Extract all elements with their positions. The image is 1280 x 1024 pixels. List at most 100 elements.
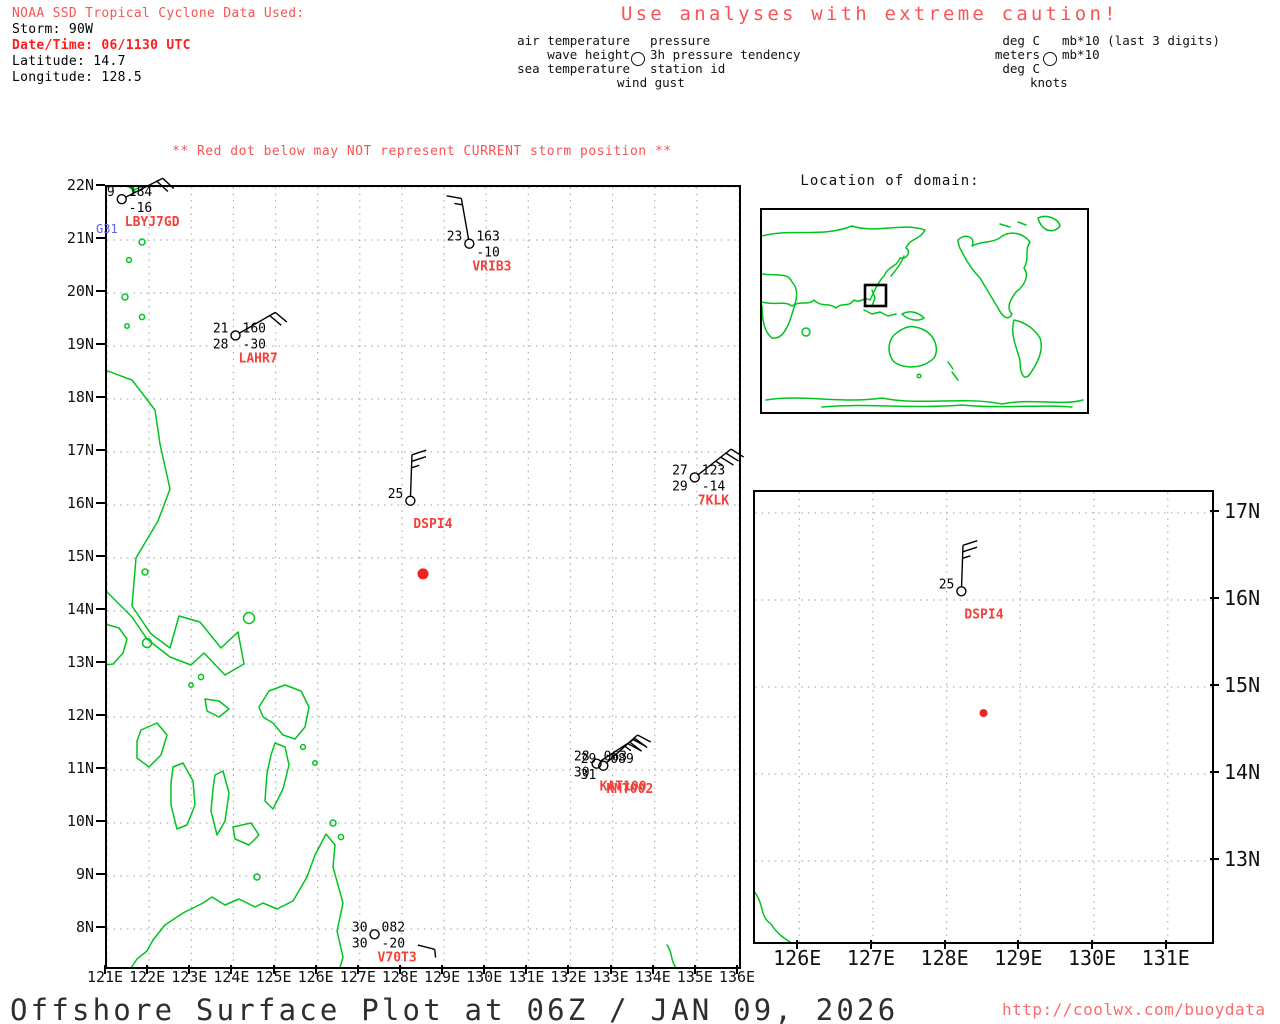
source-url-link[interactable]: http://coolwx.com/buoydata <box>1002 1000 1265 1019</box>
lat-tick <box>1210 597 1219 599</box>
station-pressure: 160 <box>243 321 266 336</box>
station-id-label: LBYJ7GD <box>125 215 180 230</box>
lat-tick <box>96 237 105 239</box>
station-plot-lbyj7gd: 9 184-16LBYJ7GD G31 <box>96 177 180 236</box>
station-pressure: 163 <box>476 230 499 245</box>
lon-axis-label: 128E <box>381 968 418 986</box>
station-circle-icon <box>464 238 475 249</box>
lon-axis-label: 126E <box>297 968 334 986</box>
lat-tick <box>96 184 105 186</box>
wind-barb-full <box>269 315 282 326</box>
lat-tick <box>96 820 105 822</box>
lat-axis-label: 14N <box>66 600 94 618</box>
station-circle-icon <box>956 586 967 597</box>
station-air-temp: 21 <box>213 321 229 336</box>
lon-axis-label: 125E <box>255 968 292 986</box>
world-map-svg <box>762 215 1084 408</box>
station-pressure-tendency: -10 <box>476 246 499 261</box>
station-id-label: DSPI4 <box>964 607 1003 622</box>
zoom-inset-coastline <box>755 891 792 942</box>
lon-axis-label: 127E <box>339 968 376 986</box>
lat-tick <box>1210 771 1219 773</box>
legend-unit-mb10-last3: mb*10 (last 3 digits) <box>1062 33 1221 48</box>
wind-barb-full <box>725 452 739 462</box>
wind-barb-half <box>434 949 437 958</box>
lat-tick <box>1210 684 1219 686</box>
storm-line: Storm: 90W <box>12 22 94 37</box>
station-pressure-tendency: -14 <box>702 479 726 494</box>
station-circle-icon <box>598 760 609 771</box>
zoom-inset-map: 25 DSPI4 <box>753 490 1214 944</box>
station-circle-icon <box>369 929 380 940</box>
legend-unit-degc-2: deg C <box>1002 61 1040 76</box>
station-wave-height: 29 <box>672 479 688 494</box>
world-coastlines <box>762 215 1084 408</box>
legend-unit-meters: meters <box>994 47 1040 62</box>
lat-tick <box>1210 510 1219 512</box>
lon-axis-label: 128E <box>920 946 969 970</box>
station-air-temp: 30 <box>352 920 368 935</box>
lon-axis-label: 129E <box>994 946 1043 970</box>
lat-axis-label: 17N <box>66 441 94 459</box>
station-id-label: KMT002 <box>606 782 653 797</box>
legend-station-id: station id <box>650 61 726 76</box>
lat-axis-label: 15N <box>66 547 94 565</box>
lon-axis-label: 129E <box>424 968 461 986</box>
lat-tick <box>96 555 105 557</box>
lon-axis-label: 124E <box>213 968 250 986</box>
lon-axis-label: 132E <box>550 968 587 986</box>
lat-tick <box>96 502 105 504</box>
station-plot-vrib3: 23 163-10VRIB3 <box>446 195 511 275</box>
wind-barb-full <box>962 546 978 553</box>
station-wave-height: 28 <box>213 337 229 352</box>
legend-unit-mb10: mb*10 <box>1062 47 1100 62</box>
header-block: NOAA SSD Tropical Cyclone Data Used: Sto… <box>12 6 305 86</box>
lat-axis-label: 8N <box>75 918 94 936</box>
main-map-svg: 9 184-16LBYJ7GD G31 23 163-10VRIB3 2128 160-30… <box>96 177 745 967</box>
station-air-temp: 23 <box>447 230 463 245</box>
station-id-label: V70T3 <box>378 950 417 965</box>
lat-tick <box>96 343 105 345</box>
legend-wave-height: wave height <box>547 47 630 62</box>
legend-pressure-tendency: 3h pressure tendency <box>650 47 801 62</box>
lat-tick <box>96 714 105 716</box>
lon-axis-label: 122E <box>129 968 166 986</box>
station-pressure: 089 <box>610 752 633 767</box>
wind-barb-half <box>411 464 420 469</box>
wind-barb-full <box>446 195 462 200</box>
wind-barb-full <box>637 734 652 743</box>
lat-axis-label: 9N <box>75 865 94 883</box>
storm-dot <box>979 709 988 718</box>
station-pressure: 123 <box>702 463 725 478</box>
station-plot-7klk: 2729 123-147KLK <box>672 448 745 508</box>
storm-position-dot <box>417 568 429 580</box>
domain-locator-map <box>760 208 1089 414</box>
lat-tick <box>96 290 105 292</box>
legend-unit-knots: knots <box>1030 75 1068 90</box>
lon-axis-label: 126E <box>773 946 822 970</box>
lat-axis-label: 13N <box>1224 847 1261 871</box>
station-pressure-tendency: -20 <box>382 936 405 951</box>
lat-axis-label: 18N <box>66 388 94 406</box>
lat-axis-label: 19N <box>66 335 94 353</box>
noaa-source-line: NOAA SSD Tropical Cyclone Data Used: <box>12 6 305 21</box>
wind-barb-full <box>156 180 169 192</box>
station-plot-dspi4: 25 DSPI4 <box>388 449 453 532</box>
lat-axis-label: 10N <box>66 812 94 830</box>
station-plot-dspi4: 25 DSPI4 <box>939 540 1004 622</box>
lon-axis-label: 134E <box>634 968 671 986</box>
lat-tick <box>96 926 105 928</box>
lat-tick <box>1210 858 1219 860</box>
zoom-inset-stations: 25 DSPI4 <box>939 540 1004 622</box>
station-circle-icon <box>631 52 645 66</box>
lon-axis-label: 130E <box>466 968 503 986</box>
longitude-line: Longitude: 128.5 <box>12 70 143 85</box>
legend-unit-degc-1: deg C <box>1002 33 1040 48</box>
lon-axis-label: 135E <box>676 968 713 986</box>
station-pressure-tendency: -30 <box>243 337 266 352</box>
station-plot-v70t3: 3030 082-20V70T3 <box>352 920 437 965</box>
station-pressure-tendency: -16 <box>129 201 152 216</box>
wind-barb-shaft <box>417 944 435 950</box>
domain-inset-title: Location of domain: <box>800 173 980 189</box>
lon-axis-label: 123E <box>171 968 208 986</box>
